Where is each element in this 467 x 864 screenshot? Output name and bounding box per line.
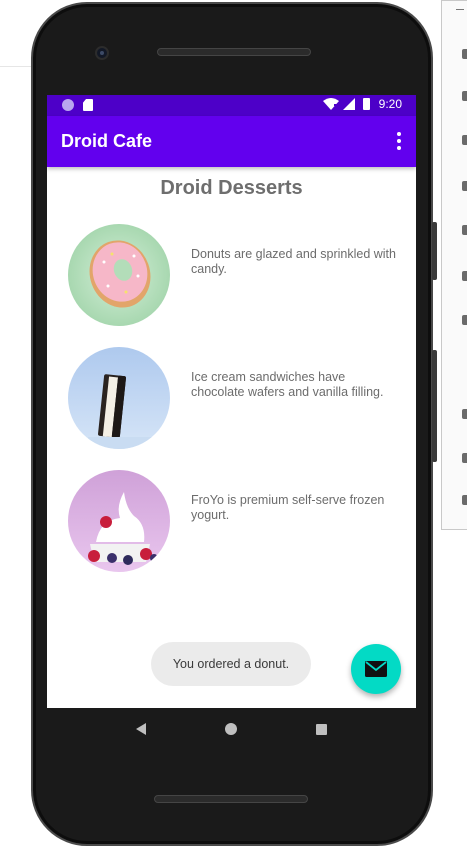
emulator-toolbar (441, 0, 467, 530)
dessert-item-froyo: FroYo is premium self-serve frozen yogur… (68, 470, 408, 572)
front-camera (95, 46, 109, 60)
volume-up-icon[interactable] (462, 91, 467, 101)
battery-icon (362, 98, 370, 110)
wifi-icon (322, 98, 339, 110)
recents-icon[interactable] (315, 723, 327, 735)
notification-dot-icon (62, 99, 74, 111)
earpiece-speaker (157, 48, 311, 56)
emulator-window: 9:20 Droid Cafe Droid Desserts Donuts ar… (0, 0, 467, 864)
back-icon[interactable] (136, 723, 147, 735)
bottom-speaker (154, 795, 308, 803)
mail-icon (365, 661, 387, 677)
donut-image[interactable] (68, 224, 170, 326)
dessert-item-donut: Donuts are glazed and sprinkled with can… (68, 224, 408, 326)
back-icon[interactable] (462, 409, 467, 419)
home-icon[interactable] (224, 723, 237, 735)
more-icon[interactable] (462, 495, 467, 505)
froyo-image[interactable] (68, 470, 170, 572)
zoom-icon[interactable] (462, 315, 467, 325)
cell-signal-icon (342, 98, 355, 110)
dessert-description: Ice cream sandwiches have chocolate wafe… (191, 370, 384, 399)
rotate-right-icon[interactable] (462, 225, 467, 235)
app-title: Droid Cafe (61, 131, 153, 151)
screenshot-icon[interactable] (462, 271, 467, 281)
home-icon[interactable] (462, 453, 467, 463)
more-vert-icon[interactable] (396, 132, 402, 150)
toast-message: You ordered a donut. (151, 642, 311, 686)
dessert-item-ice-cream-sandwich: Ice cream sandwiches have chocolate wafe… (68, 347, 408, 449)
page-heading: Droid Desserts (160, 177, 303, 199)
dessert-description: FroYo is premium self-serve frozen yogur… (191, 493, 385, 522)
volume-down-icon[interactable] (462, 135, 467, 145)
ice-cream-sandwich-image[interactable] (68, 347, 170, 449)
dessert-description: Donuts are glazed and sprinkled with can… (191, 247, 396, 276)
minimize-icon[interactable] (456, 9, 464, 10)
app-bar: Droid Cafe (47, 116, 416, 167)
rotate-left-icon[interactable] (462, 181, 467, 191)
mail-fab-button[interactable] (351, 644, 401, 694)
clock: 9:20 (378, 97, 402, 111)
navigation-bar (47, 708, 416, 750)
sd-card-icon (83, 99, 93, 111)
status-bar: 9:20 (47, 95, 416, 116)
power-button[interactable] (432, 222, 437, 280)
app-screen: 9:20 Droid Cafe Droid Desserts Donuts ar… (47, 95, 416, 708)
power-icon[interactable] (462, 49, 467, 59)
volume-rocker[interactable] (432, 350, 437, 462)
